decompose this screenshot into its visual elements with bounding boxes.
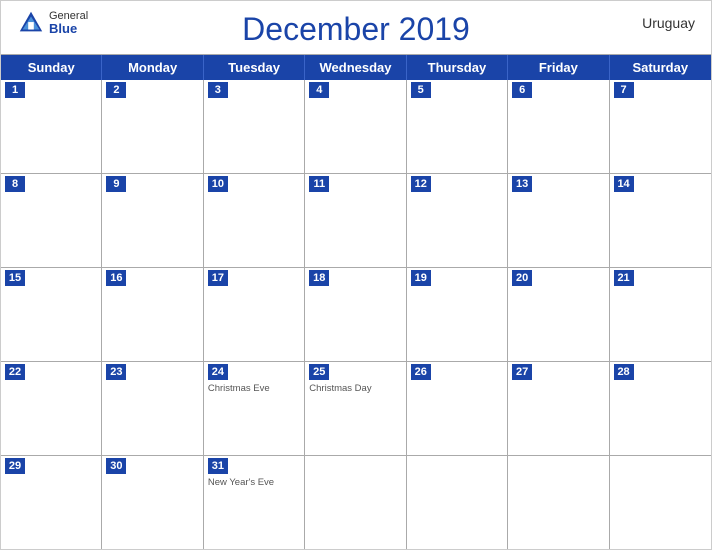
day-number: 9 bbox=[106, 176, 126, 192]
header-wednesday: Wednesday bbox=[305, 55, 406, 80]
weeks-container: 123456789101112131415161718192021222324C… bbox=[1, 80, 711, 549]
calendar-grid: Sunday Monday Tuesday Wednesday Thursday… bbox=[1, 54, 711, 549]
calendar-header: General Blue December 2019 Uruguay bbox=[1, 1, 711, 54]
day-cell: 1 bbox=[1, 80, 102, 173]
day-cell: 11 bbox=[305, 174, 406, 267]
day-number: 10 bbox=[208, 176, 228, 192]
logo-text: General Blue bbox=[49, 10, 88, 36]
day-number: 20 bbox=[512, 270, 532, 286]
day-cell: 13 bbox=[508, 174, 609, 267]
day-headers-row: Sunday Monday Tuesday Wednesday Thursday… bbox=[1, 55, 711, 80]
week-row-3: 15 16 17 18 19 20 21 bbox=[1, 268, 711, 362]
day-cell: 31 New Year's Eve bbox=[204, 456, 305, 549]
header-monday: Monday bbox=[102, 55, 203, 80]
day-number: 30 bbox=[106, 458, 126, 474]
day-cell: 26 bbox=[407, 362, 508, 455]
day-cell: 19 bbox=[407, 268, 508, 361]
day-number: 6 bbox=[512, 82, 532, 98]
day-number: 31 bbox=[208, 458, 228, 474]
day-number: 1 bbox=[5, 82, 25, 98]
day-cell: 2 bbox=[102, 80, 203, 173]
logo-blue-label: Blue bbox=[49, 22, 88, 36]
day-number: 23 bbox=[106, 364, 126, 380]
day-number: 17 bbox=[208, 270, 228, 286]
week-row-4: 22 23 24 Christmas Eve 25 Christmas Day 26 27 28 bbox=[1, 362, 711, 456]
day-cell: 27 bbox=[508, 362, 609, 455]
day-cell: 5 bbox=[407, 80, 508, 173]
day-cell bbox=[610, 456, 711, 549]
day-number: 28 bbox=[614, 364, 634, 380]
day-cell bbox=[407, 456, 508, 549]
day-number: 4 bbox=[309, 82, 329, 98]
header-friday: Friday bbox=[508, 55, 609, 80]
day-number: 15 bbox=[5, 270, 25, 286]
day-cell: 29 bbox=[1, 456, 102, 549]
day-cell: 24 Christmas Eve bbox=[204, 362, 305, 455]
day-cell: 28 bbox=[610, 362, 711, 455]
day-cell: 9 bbox=[102, 174, 203, 267]
day-cell: 18 bbox=[305, 268, 406, 361]
day-cell bbox=[305, 456, 406, 549]
week-row-5: 29 30 31 New Year's Eve bbox=[1, 456, 711, 549]
day-cell: 6 bbox=[508, 80, 609, 173]
day-cell: 12 bbox=[407, 174, 508, 267]
day-cell: 7 bbox=[610, 80, 711, 173]
day-number-empty bbox=[614, 458, 634, 474]
day-cell: 16 bbox=[102, 268, 203, 361]
day-number: 8 bbox=[5, 176, 25, 192]
day-cell: 17 bbox=[204, 268, 305, 361]
day-number: 21 bbox=[614, 270, 634, 286]
day-cell: 10 bbox=[204, 174, 305, 267]
calendar-container: General Blue December 2019 Uruguay Sunda… bbox=[0, 0, 712, 550]
week-row-1: 1 2 3 4 5 6 7 bbox=[1, 80, 711, 174]
day-number-empty bbox=[309, 458, 329, 474]
day-number-empty bbox=[411, 458, 431, 474]
logo-icon bbox=[17, 9, 45, 37]
event-label: Christmas Day bbox=[309, 383, 401, 395]
day-number: 24 bbox=[208, 364, 228, 380]
header-saturday: Saturday bbox=[610, 55, 711, 80]
day-number: 27 bbox=[512, 364, 532, 380]
day-number: 12 bbox=[411, 176, 431, 192]
header-sunday: Sunday bbox=[1, 55, 102, 80]
day-number: 22 bbox=[5, 364, 25, 380]
day-number: 25 bbox=[309, 364, 329, 380]
day-number: 3 bbox=[208, 82, 228, 98]
day-cell: 3 bbox=[204, 80, 305, 173]
day-number: 11 bbox=[309, 176, 329, 192]
country-label: Uruguay bbox=[642, 15, 695, 31]
logo: General Blue bbox=[17, 9, 88, 37]
day-cell: 15 bbox=[1, 268, 102, 361]
header-thursday: Thursday bbox=[407, 55, 508, 80]
month-title: December 2019 bbox=[242, 11, 470, 48]
day-cell: 22 bbox=[1, 362, 102, 455]
day-number: 29 bbox=[5, 458, 25, 474]
day-cell: 8 bbox=[1, 174, 102, 267]
day-number: 5 bbox=[411, 82, 431, 98]
day-cell: 20 bbox=[508, 268, 609, 361]
day-cell: 14 bbox=[610, 174, 711, 267]
day-number: 26 bbox=[411, 364, 431, 380]
header-tuesday: Tuesday bbox=[204, 55, 305, 80]
day-number: 18 bbox=[309, 270, 329, 286]
day-number: 2 bbox=[106, 82, 126, 98]
day-cell: 23 bbox=[102, 362, 203, 455]
event-label: New Year's Eve bbox=[208, 477, 300, 489]
day-cell: 4 bbox=[305, 80, 406, 173]
day-number: 16 bbox=[106, 270, 126, 286]
day-cell: 30 bbox=[102, 456, 203, 549]
day-number: 13 bbox=[512, 176, 532, 192]
event-label: Christmas Eve bbox=[208, 383, 300, 395]
day-number: 19 bbox=[411, 270, 431, 286]
day-number: 7 bbox=[614, 82, 634, 98]
day-cell: 21 bbox=[610, 268, 711, 361]
week-row-2: 8 9 10 11 12 13 14 bbox=[1, 174, 711, 268]
day-number-empty bbox=[512, 458, 532, 474]
day-cell: 25 Christmas Day bbox=[305, 362, 406, 455]
day-cell bbox=[508, 456, 609, 549]
day-number: 14 bbox=[614, 176, 634, 192]
